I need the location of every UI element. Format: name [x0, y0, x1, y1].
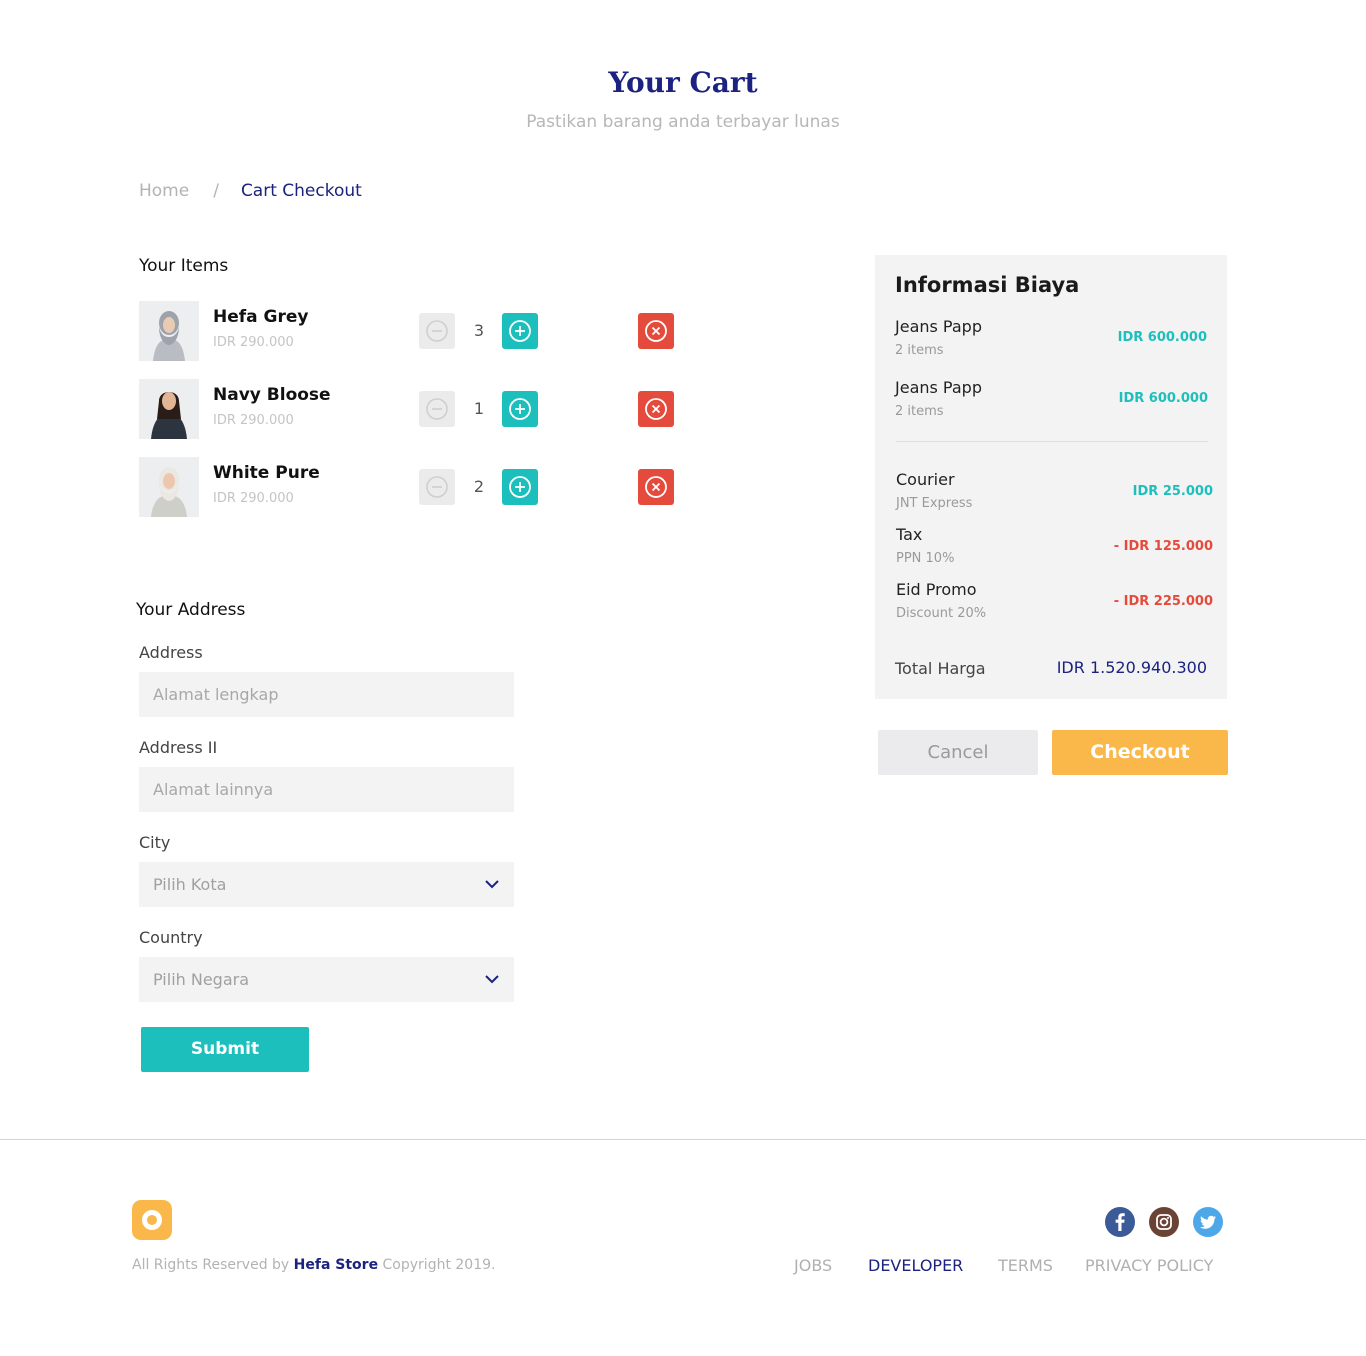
footer-link-privacy-policy[interactable]: PRIVACY POLICY	[1085, 1256, 1213, 1275]
summary-line-value: IDR 600.000	[1118, 391, 1208, 406]
increase-quantity-button[interactable]	[502, 469, 538, 505]
promo-value: - IDR 225.000	[1113, 594, 1213, 609]
product-name: White Pure	[213, 463, 320, 483]
cart-item: White Pure IDR 290.000 2	[139, 457, 699, 517]
close-circle-icon	[645, 320, 667, 342]
chevron-down-icon	[485, 975, 499, 984]
product-image	[139, 457, 199, 517]
page-subtitle: Pastikan barang anda terbayar lunas	[526, 112, 840, 132]
address2-input[interactable]	[139, 767, 514, 812]
checkout-button[interactable]: Checkout	[1052, 730, 1228, 775]
quantity-value: 1	[473, 399, 485, 418]
copyright-text: All Rights Reserved by Hefa Store Copyri…	[132, 1257, 495, 1273]
breadcrumb-separator: /	[213, 181, 219, 201]
instagram-icon[interactable]	[1149, 1207, 1179, 1237]
remove-item-button[interactable]	[638, 313, 674, 349]
tax-value: - IDR 125.000	[1113, 539, 1213, 554]
courier-name: JNT Express	[896, 496, 973, 511]
summary-divider	[896, 441, 1208, 442]
page-title: Your Cart	[608, 66, 758, 99]
cost-summary-panel: Informasi Biaya Jeans Papp 2 items IDR 6…	[875, 255, 1227, 699]
promo-sub: Discount 20%	[896, 606, 987, 621]
country-select-value: Pilih Negara	[153, 970, 250, 989]
brand-logo[interactable]	[132, 1200, 172, 1240]
address-section-title: Your Address	[136, 600, 246, 620]
decrease-quantity-button[interactable]	[419, 469, 455, 505]
total-label: Total Harga	[895, 659, 986, 678]
summary-line-sub: 2 items	[895, 343, 944, 358]
summary-title: Informasi Biaya	[895, 273, 1080, 297]
address-input[interactable]	[139, 672, 514, 717]
product-price: IDR 290.000	[213, 491, 294, 506]
total-value: IDR 1.520.940.300	[1056, 658, 1207, 677]
close-circle-icon	[645, 476, 667, 498]
chevron-down-icon	[485, 880, 499, 889]
breadcrumb: Home / Cart Checkout	[139, 181, 362, 201]
plus-circle-icon	[509, 398, 531, 420]
address-label: Address	[139, 643, 203, 662]
cart-item: Navy Bloose IDR 290.000 1	[139, 379, 699, 439]
product-image	[139, 379, 199, 439]
cart-item: Hefa Grey IDR 290.000 3	[139, 301, 699, 361]
remove-item-button[interactable]	[638, 469, 674, 505]
footer-link-terms[interactable]: TERMS	[998, 1256, 1053, 1275]
cancel-button[interactable]: Cancel	[878, 730, 1038, 775]
summary-line-name: Jeans Papp	[895, 317, 982, 336]
plus-circle-icon	[509, 320, 531, 342]
minus-circle-icon	[426, 398, 448, 420]
city-select-value: Pilih Kota	[153, 875, 227, 894]
footer-link-developer[interactable]: DEVELOPER	[868, 1256, 963, 1275]
country-label: Country	[139, 928, 203, 947]
facebook-icon[interactable]	[1105, 1207, 1135, 1237]
product-image	[139, 301, 199, 361]
courier-label: Courier	[896, 470, 955, 489]
close-circle-icon	[645, 398, 667, 420]
plus-circle-icon	[509, 476, 531, 498]
tax-label: Tax	[896, 525, 923, 544]
footer-divider	[0, 1139, 1366, 1140]
product-price: IDR 290.000	[213, 335, 294, 350]
summary-line-value: IDR 600.000	[1117, 330, 1207, 345]
promo-label: Eid Promo	[896, 580, 977, 599]
minus-circle-icon	[426, 320, 448, 342]
footer-link-jobs[interactable]: JOBS	[794, 1256, 832, 1275]
decrease-quantity-button[interactable]	[419, 391, 455, 427]
city-select[interactable]: Pilih Kota	[139, 862, 514, 907]
product-name: Hefa Grey	[213, 307, 309, 327]
copyright-prefix: All Rights Reserved by	[132, 1257, 290, 1273]
increase-quantity-button[interactable]	[502, 313, 538, 349]
breadcrumb-home-link[interactable]: Home	[139, 181, 189, 201]
remove-item-button[interactable]	[638, 391, 674, 427]
country-select[interactable]: Pilih Negara	[139, 957, 514, 1002]
increase-quantity-button[interactable]	[502, 391, 538, 427]
product-price: IDR 290.000	[213, 413, 294, 428]
quantity-value: 3	[473, 321, 485, 340]
summary-line-name: Jeans Papp	[895, 378, 982, 397]
submit-button[interactable]: Submit	[141, 1027, 309, 1072]
summary-line-sub: 2 items	[895, 404, 944, 419]
courier-value: IDR 25.000	[1132, 484, 1213, 499]
tax-sub: PPN 10%	[896, 551, 955, 566]
quantity-value: 2	[473, 477, 485, 496]
address2-label: Address II	[139, 738, 218, 757]
brand-link[interactable]: Hefa Store	[294, 1257, 378, 1273]
breadcrumb-current: Cart Checkout	[240, 181, 362, 201]
items-section-title: Your Items	[139, 256, 229, 276]
product-name: Navy Bloose	[213, 385, 331, 405]
twitter-icon[interactable]	[1193, 1207, 1223, 1237]
minus-circle-icon	[426, 476, 448, 498]
decrease-quantity-button[interactable]	[419, 313, 455, 349]
city-label: City	[139, 833, 171, 852]
copyright-suffix: Copyright 2019.	[382, 1257, 496, 1273]
